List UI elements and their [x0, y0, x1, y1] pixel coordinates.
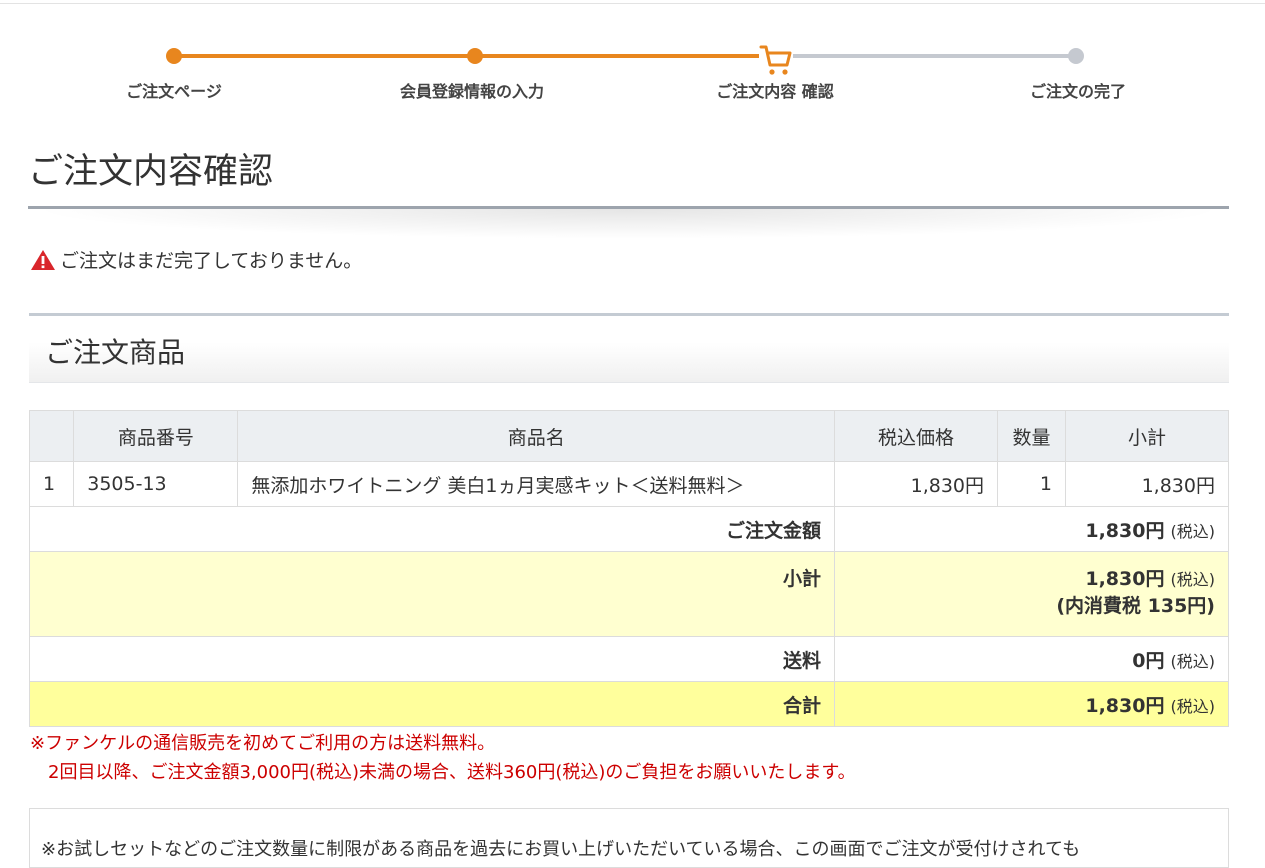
section-title: ご注文商品	[45, 336, 186, 369]
summary-row-subtotal: 小計 1,830円 (税込) (内消費税 135円)	[29, 551, 1229, 637]
step-label-confirm: ご注文内容 確認	[716, 82, 834, 101]
total-label: 合計	[29, 681, 835, 727]
table-row: 1 3505-13 無添加ホワイトニング 美白1ヵ月実感キット＜送料無料＞ 1,…	[28, 461, 1230, 507]
shipping-notes: ※ファンケルの通信販売を初めてご利用の方は送料無料。 2回目以降、ご注文金額3,…	[30, 729, 856, 787]
order-amount-tax-note: (税込)	[1170, 521, 1216, 541]
total-value: 1,830円	[1085, 694, 1165, 717]
summary-row-order-amount: ご注文金額 1,830円 (税込)	[29, 506, 1229, 552]
table-header-row: 商品番号 商品名 税込価格 数量 小計	[28, 410, 1230, 462]
order-amount-value: 1,830円	[1085, 519, 1165, 542]
row-product-code: 3505-13	[73, 461, 239, 507]
order-amount-label: ご注文金額	[29, 506, 835, 552]
col-header-price: 税込価格	[833, 410, 999, 462]
shipping-value: 0円	[1132, 649, 1165, 672]
warning-text: ご注文はまだ完了しておりません。	[60, 250, 363, 272]
summary-row-total: 合計 1,830円 (税込)	[29, 681, 1229, 727]
shipping-value-cell: 0円 (税込)	[834, 636, 1229, 682]
order-amount-value-cell: 1,830円 (税込)	[834, 506, 1229, 552]
col-header-product-code: 商品番号	[73, 410, 239, 462]
order-progress-stepper: ご注文ページ 会員登録情報の入力 ご注文内容 確認 ご注文の完了	[0, 0, 1265, 110]
section-header-order-items: ご注文商品	[29, 313, 1229, 383]
col-header-number	[28, 410, 75, 462]
title-divider-shadow	[28, 209, 1229, 239]
step-label-order-page: ご注文ページ	[126, 82, 222, 101]
shipping-label: 送料	[29, 636, 835, 682]
subtotal-value-cell: 1,830円 (税込) (内消費税 135円)	[834, 551, 1229, 637]
order-limit-info-text: ※お試しセットなどのご注文数量に制限がある商品を過去にお買い上げいただいている場…	[41, 839, 1081, 860]
order-limit-info-box: ※お試しセットなどのご注文数量に制限がある商品を過去にお買い上げいただいている場…	[29, 808, 1229, 868]
warning-icon	[31, 249, 55, 270]
incomplete-warning: ご注文はまだ完了しておりません。	[30, 246, 362, 273]
step-dot-complete	[1068, 48, 1084, 64]
page-title: ご注文内容確認	[28, 152, 274, 192]
summary-row-shipping: 送料 0円 (税込)	[29, 636, 1229, 682]
total-value-cell: 1,830円 (税込)	[834, 681, 1229, 727]
shopping-cart-icon	[759, 43, 793, 77]
step-dot-order-page	[166, 48, 182, 64]
row-product-name: 無添加ホワイトニング 美白1ヵ月実感キット＜送料無料＞	[237, 461, 835, 507]
step-label-complete: ご注文の完了	[1029, 82, 1127, 101]
subtotal-label: 小計	[29, 551, 835, 637]
order-items-table: 商品番号 商品名 税込価格 数量 小計 1 3505-13 無添加ホワイトニング…	[28, 410, 1230, 727]
row-quantity: 1	[997, 461, 1066, 507]
row-subtotal: 1,830円	[1064, 461, 1230, 507]
progress-track-todo	[792, 54, 1076, 58]
shipping-note-first-time: ※ファンケルの通信販売を初めてご利用の方は送料無料。	[30, 733, 496, 754]
subtotal-tax-note: (税込)	[1170, 570, 1216, 589]
col-header-quantity: 数量	[997, 410, 1066, 462]
col-header-subtotal: 小計	[1064, 410, 1230, 462]
step-dot-member-info	[467, 48, 483, 64]
step-label-member-info: 会員登録情報の入力	[399, 82, 545, 101]
subtotal-value: 1,830円	[1085, 568, 1165, 590]
shipping-tax-note: (税込)	[1170, 651, 1216, 671]
row-price: 1,830円	[833, 461, 999, 507]
col-header-product-name: 商品名	[237, 410, 835, 462]
total-tax-note: (税込)	[1170, 696, 1216, 716]
consumption-tax: (内消費税 135円)	[1056, 595, 1215, 617]
row-number: 1	[28, 461, 75, 507]
shipping-note-repeat: 2回目以降、ご注文金額3,000円(税込)未満の場合、送料360円(税込)のご負…	[48, 762, 856, 783]
